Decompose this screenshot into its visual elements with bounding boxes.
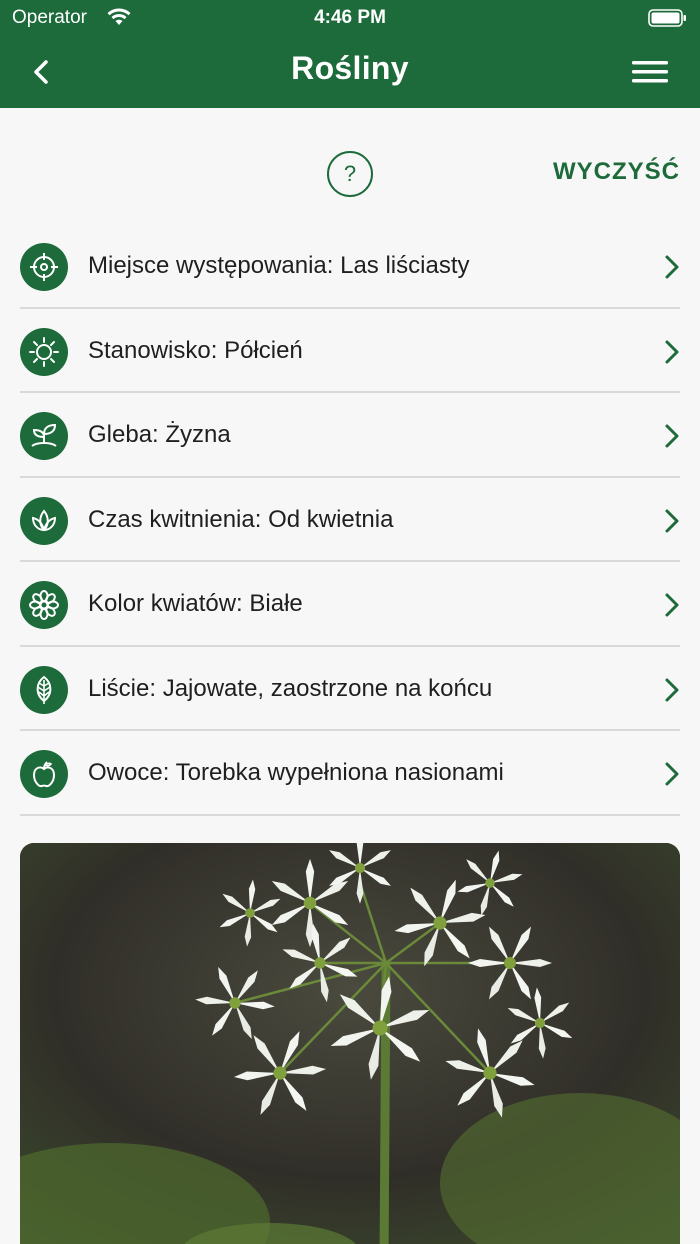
menu-button[interactable]	[630, 56, 670, 88]
plant-photo-image	[20, 843, 680, 1244]
apple-icon	[20, 750, 68, 798]
chevron-right-icon	[665, 509, 679, 532]
leaf-icon	[20, 665, 68, 714]
filter-row-soil[interactable]: Gleba: Żyzna	[20, 393, 680, 478]
chevron-right-icon	[665, 424, 679, 448]
page-title: Rośliny	[291, 50, 409, 86]
filter-row-leaves[interactable]: Liście: Jajowate, zaostrzone na końcu	[20, 647, 680, 731]
filter-row-flower-color[interactable]: Kolor kwiatów: Białe	[20, 562, 680, 647]
filter-label: Kolor kwiatów: Białe	[88, 590, 303, 617]
filter-label: Stanowisko: Półcień	[88, 336, 303, 364]
filter-label: Gleba: Żyzna	[88, 421, 231, 448]
chevron-right-icon	[665, 340, 679, 363]
filter-label: Czas kwitnienia: Od kwietnia	[88, 505, 394, 533]
chevron-right-icon	[665, 593, 679, 617]
nav-bar: Rośliny	[0, 36, 700, 108]
chevron-right-icon	[665, 255, 679, 279]
crosshair-icon	[20, 243, 68, 291]
flower-icon	[20, 581, 68, 629]
clear-filters-button[interactable]: WYCZYŚĆ	[553, 158, 680, 186]
status-time: 4:46 PM	[314, 7, 386, 28]
filter-label: Liście: Jajowate, zaostrzone na końcu	[88, 674, 493, 702]
filter-row-position[interactable]: Stanowisko: Półcień	[20, 309, 680, 393]
battery-icon	[648, 9, 688, 33]
filter-label: Owoce: Torebka wypełniona nasionami	[88, 759, 504, 786]
help-button[interactable]: ?	[327, 151, 373, 197]
sprout-icon	[20, 412, 68, 460]
filter-label: Miejsce występowania: Las liściasty	[88, 252, 470, 279]
chevron-right-icon	[665, 762, 679, 786]
filter-row-habitat[interactable]: Miejsce występowania: Las liściasty	[20, 224, 680, 309]
hamburger-icon	[632, 61, 668, 83]
lotus-icon	[20, 496, 68, 545]
app-header: Operator 4:46 PM Rośliny	[0, 0, 700, 108]
sun-icon	[20, 327, 68, 376]
filter-row-fruits[interactable]: Owoce: Torebka wypełniona nasionami	[20, 731, 680, 816]
status-bar: Operator 4:46 PM	[0, 0, 700, 36]
filter-list: Miejsce występowania: Las liściasty Stan…	[20, 224, 680, 816]
plant-photo[interactable]	[20, 843, 680, 1244]
chevron-right-icon	[665, 678, 679, 701]
filter-row-bloom[interactable]: Czas kwitnienia: Od kwietnia	[20, 478, 680, 562]
